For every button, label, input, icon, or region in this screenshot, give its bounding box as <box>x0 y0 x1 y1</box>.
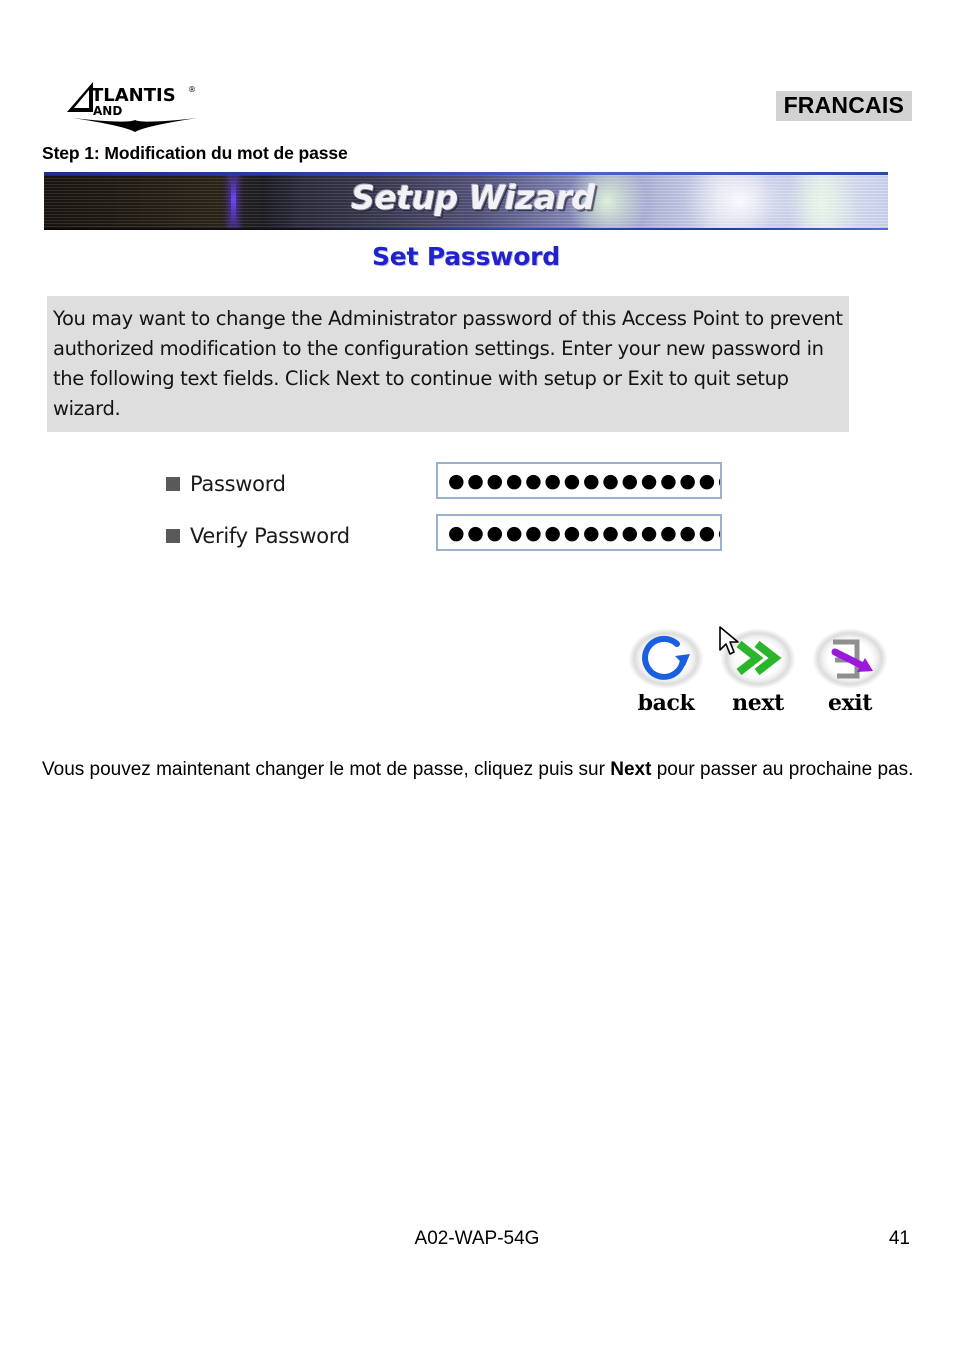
footer-page-number: 41 <box>888 1228 910 1249</box>
page-header: TLANTIS ® AND FRANCAIS Step 1: Modificat… <box>0 0 954 163</box>
exit-door-arrow-icon <box>831 639 873 679</box>
body-paragraph-bold: Next <box>610 759 652 780</box>
password-input[interactable]: ●●●●●●●●●●●●●●● <box>436 462 722 499</box>
mouse-cursor-icon <box>719 626 739 655</box>
atlantis-land-logo: TLANTIS ® AND <box>63 80 203 132</box>
password-label: Password <box>190 472 286 496</box>
verify-password-input[interactable]: ●●●●●●●●●●●●●●● <box>436 514 722 551</box>
back-button[interactable]: back <box>624 626 708 716</box>
step-title: Step 1: Modification du mot de passe <box>42 143 348 163</box>
next-button[interactable]: next <box>716 626 800 716</box>
circular-arrow-icon <box>642 635 690 680</box>
banner-top-rule <box>44 172 888 175</box>
body-paragraph: Vous pouvez maintenant changer le mot de… <box>42 756 914 783</box>
wizard-banner-title: Setup Wizard <box>351 178 595 217</box>
password-form: Password ●●●●●●●●●●●●●●● Verify Password… <box>44 462 888 568</box>
bullet-square-icon <box>166 529 180 543</box>
form-row-verify-password: Verify Password ●●●●●●●●●●●●●●● <box>44 514 888 568</box>
back-button-orb <box>627 626 705 694</box>
svg-text:TLANTIS: TLANTIS <box>91 85 176 106</box>
exit-button-orb <box>811 626 889 694</box>
svg-text:AND: AND <box>93 104 122 118</box>
verify-password-label: Verify Password <box>190 524 350 548</box>
verify-password-label-group: Verify Password <box>166 516 350 556</box>
setup-wizard-screenshot: Setup Wizard Set Password You may want t… <box>44 172 889 742</box>
page-footer: A02-WAP-54G 41 <box>0 1228 954 1258</box>
password-label-group: Password <box>166 464 286 504</box>
wizard-description-text: You may want to change the Administrator… <box>47 296 849 432</box>
body-paragraph-after: pour passer au prochaine pas. <box>651 759 914 780</box>
language-badge: FRANCAIS <box>775 91 912 122</box>
banner-bottom-rule <box>44 228 888 230</box>
bullet-square-icon <box>166 477 180 491</box>
exit-button[interactable]: exit <box>808 626 892 716</box>
body-paragraph-before: Vous pouvez maintenant changer le mot de… <box>42 759 611 780</box>
next-button-orb <box>719 626 797 694</box>
wizard-banner: Setup Wizard <box>44 172 888 230</box>
form-row-password: Password ●●●●●●●●●●●●●●● <box>44 462 888 516</box>
wizard-navigation-buttons: back next exit <box>624 626 892 716</box>
svg-text:®: ® <box>188 85 196 94</box>
wizard-subtitle: Set Password <box>372 242 560 271</box>
footer-model-name: A02-WAP-54G <box>414 1228 540 1249</box>
